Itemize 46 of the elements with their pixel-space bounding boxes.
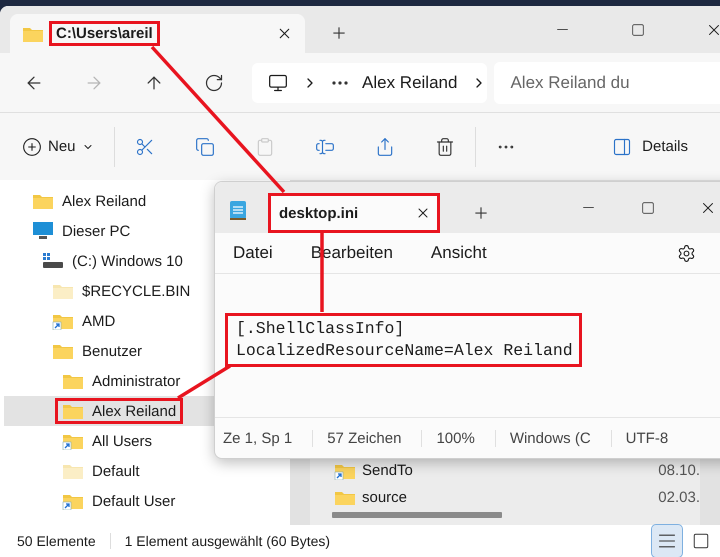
breadcrumb-item[interactable]: Alex Reiland (362, 72, 458, 92)
tree-item[interactable]: $RECYCLE.BIN (4, 276, 290, 306)
folder-icon (62, 492, 84, 510)
new-button[interactable]: Neu (22, 136, 100, 156)
folder-icon (62, 462, 84, 480)
menu-item[interactable]: Ansicht (430, 239, 487, 267)
scrollbar-thumb[interactable] (332, 512, 502, 518)
maximize-icon[interactable] (641, 200, 655, 214)
folder-icon (52, 282, 74, 300)
folder-icon (52, 342, 74, 360)
panel-icon (612, 136, 632, 156)
monitor-icon (268, 72, 288, 92)
drive-icon (42, 252, 64, 270)
file-row[interactable]: source 02.03. (310, 484, 700, 505)
status-item: 57 Zeichen (312, 430, 422, 446)
folder-icon (52, 312, 74, 330)
tree-item[interactable]: Administrator (4, 366, 290, 396)
folder-icon (62, 432, 84, 450)
status-item: UTF-8 (610, 430, 688, 446)
address-bar[interactable]: Alex Reiland (252, 62, 488, 102)
tab[interactable]: C:\Users\areil (10, 14, 305, 53)
folder-icon (62, 372, 84, 390)
tab[interactable]: desktop.ini (269, 193, 439, 233)
search-field[interactable]: Alex Reiland du (494, 62, 720, 104)
details-view-button[interactable] (652, 525, 682, 557)
folder-icon (32, 192, 54, 210)
selection-info: 1 Element ausgewählt (60 Bytes) (110, 533, 344, 549)
item-count: 50 Elemente (17, 533, 97, 549)
notepad-icon (229, 199, 247, 221)
details-button[interactable]: Details (612, 136, 688, 156)
tree-item[interactable]: Default User (4, 486, 290, 516)
status-item: 100% (421, 430, 495, 446)
menu-item[interactable]: Datei (233, 239, 273, 267)
monitor-icon (32, 221, 54, 241)
refresh-icon (204, 72, 224, 92)
plus-icon (22, 136, 42, 156)
maximize-icon[interactable] (631, 22, 645, 36)
status-item: Windows (C (494, 430, 611, 446)
more-icon (332, 80, 348, 84)
file-row[interactable]: SendTo 08.10. (310, 457, 700, 484)
tree-item[interactable]: Default (4, 456, 290, 486)
settings-icon[interactable] (677, 244, 696, 262)
editor-text[interactable]: [.ShellClassInfo] LocalizedResourceName=Alex Reiland (228, 316, 579, 364)
folder-icon (62, 402, 84, 420)
status-item: Ze 1, Sp 1 (222, 430, 294, 446)
square-icon (692, 532, 710, 550)
